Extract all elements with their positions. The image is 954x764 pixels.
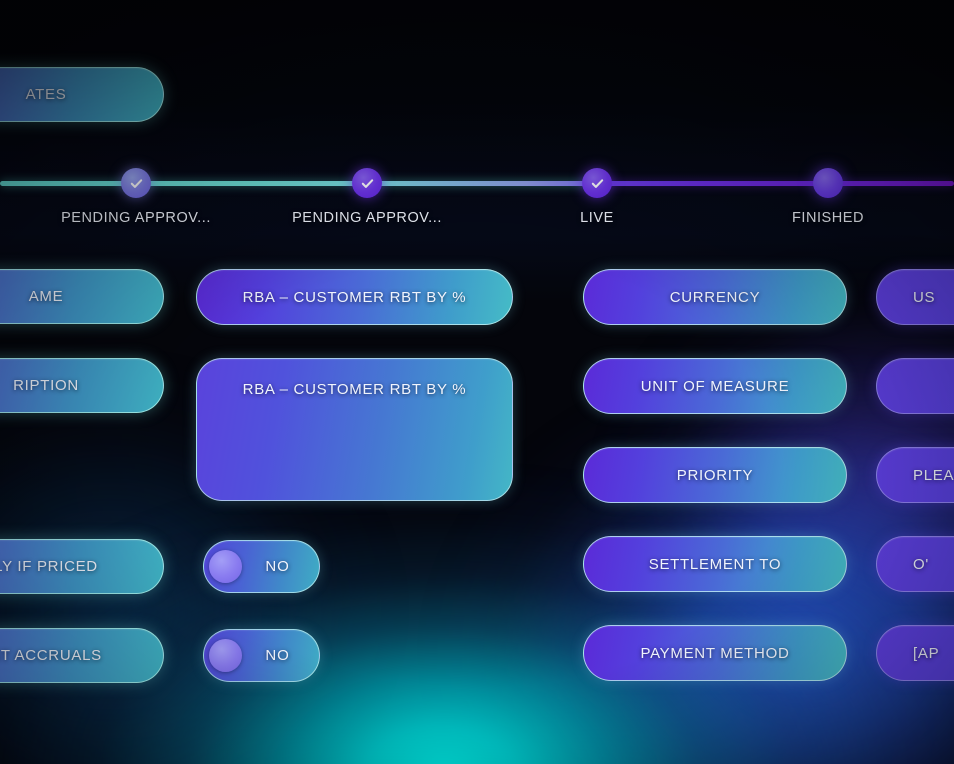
field-value-label: [AP: [913, 644, 940, 662]
toggle-only-if-priced[interactable]: NO: [203, 540, 320, 593]
stepper-label-1: PENDING APPROV...: [61, 210, 211, 226]
toggle-knob[interactable]: [209, 639, 242, 672]
field-pill-unit-of-measure[interactable]: UNIT OF MEASURE: [583, 358, 847, 414]
field-pill-settlement-to[interactable]: SETTLEMENT TO: [583, 536, 847, 592]
field-pill-label: UNIT OF MEASURE: [640, 377, 790, 395]
field-pill-currency[interactable]: CURRENCY: [583, 269, 847, 325]
check-icon: [361, 178, 373, 188]
field-pill-label: PAYMENT METHOD: [640, 644, 790, 662]
stepper-label-3: LIVE: [580, 210, 614, 226]
field-value-label: O': [913, 555, 929, 573]
field-pill-post-accruals[interactable]: ST ACCRUALS: [0, 628, 164, 683]
field-value-label: RBA – CUSTOMER RBT BY %: [242, 381, 467, 398]
stepper-dot-2[interactable]: [352, 168, 382, 198]
toggle-value: NO: [265, 558, 290, 575]
field-pill-label: ATES: [25, 86, 67, 103]
check-icon: [591, 178, 603, 188]
toggle-post-accruals[interactable]: NO: [203, 629, 320, 682]
background-top-fade: [0, 0, 954, 300]
field-pill-label: SETTLEMENT TO: [648, 555, 782, 573]
field-value-payment-method[interactable]: [AP: [876, 625, 954, 681]
stepper-dot-3[interactable]: [582, 168, 612, 198]
field-value-label: PLEA: [913, 466, 954, 484]
field-pill-label: CURRENCY: [669, 288, 761, 306]
field-pill-dates[interactable]: ATES: [0, 67, 164, 122]
field-value-label: RBA – CUSTOMER RBT BY %: [242, 288, 467, 306]
field-pill-name[interactable]: AME: [0, 269, 164, 324]
field-pill-label: PRIORITY: [676, 466, 754, 484]
field-value-settlement-to[interactable]: O': [876, 536, 954, 592]
stepper-step-1[interactable]: PENDING APPROV...: [36, 160, 236, 226]
field-pill-only-if-priced[interactable]: LY IF PRICED: [0, 539, 164, 594]
field-value-rebate-type[interactable]: RBA – CUSTOMER RBT BY %: [196, 269, 513, 325]
app-canvas: ATES PENDING APPROV... PENDING APPROV...: [0, 0, 954, 764]
field-value-rebate-description[interactable]: RBA – CUSTOMER RBT BY %: [196, 358, 513, 501]
stepper-label-2: PENDING APPROV...: [292, 210, 442, 226]
field-pill-label: LY IF PRICED: [0, 558, 98, 575]
field-pill-label: ST ACCRUALS: [0, 647, 102, 664]
stepper-step-3[interactable]: LIVE: [497, 160, 697, 226]
field-pill-label: AME: [28, 288, 64, 305]
workflow-stepper: PENDING APPROV... PENDING APPROV... LIVE…: [0, 160, 954, 240]
field-pill-description[interactable]: RIPTION: [0, 358, 164, 413]
field-value-priority[interactable]: PLEA: [876, 447, 954, 503]
stepper-label-4: FINISHED: [791, 210, 865, 226]
check-icon: [130, 178, 142, 188]
stepper-step-2[interactable]: PENDING APPROV...: [267, 160, 467, 226]
toggle-knob[interactable]: [209, 550, 242, 583]
stepper-step-4[interactable]: FINISHED: [728, 160, 928, 226]
toggle-value: NO: [265, 647, 290, 664]
stepper-dot-1[interactable]: [121, 168, 151, 198]
field-value-unit-of-measure[interactable]: [876, 358, 954, 414]
field-value-currency[interactable]: US: [876, 269, 954, 325]
field-pill-label: RIPTION: [13, 377, 79, 394]
field-pill-payment-method[interactable]: PAYMENT METHOD: [583, 625, 847, 681]
field-value-label: US: [913, 288, 936, 306]
field-pill-priority[interactable]: PRIORITY: [583, 447, 847, 503]
stepper-dot-4[interactable]: [813, 168, 843, 198]
